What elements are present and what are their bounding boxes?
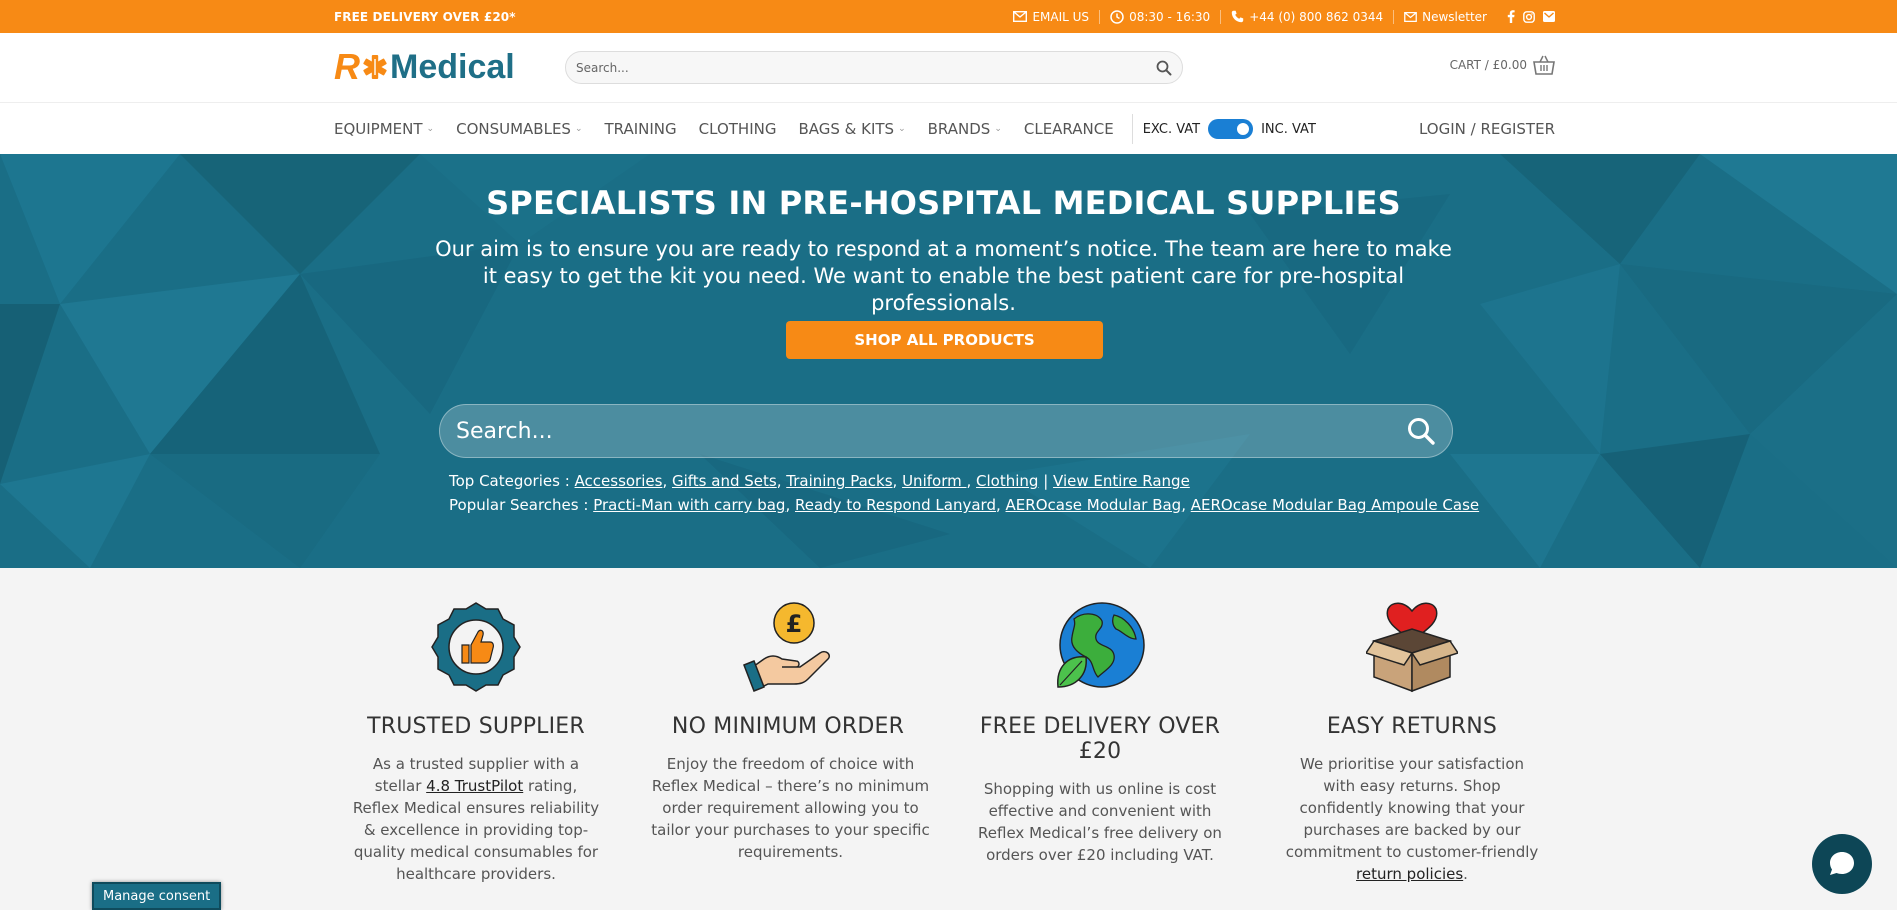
hero-title: SPECIALISTS IN PRE-HOSPITAL MEDICAL SUPP… xyxy=(486,184,1401,222)
email-us-link[interactable]: EMAIL US xyxy=(1003,10,1099,24)
reflex-medical-logo[interactable]: R Medical xyxy=(334,47,515,87)
feature-title: TRUSTED SUPPLIER xyxy=(367,714,585,739)
site-header: R Medical CART / £0.00 xyxy=(0,33,1897,102)
feature-text: Shopping with us online is cost effectiv… xyxy=(978,780,1222,864)
envelope-icon xyxy=(1013,11,1028,22)
search-icon[interactable] xyxy=(1406,416,1436,446)
toggle-knob xyxy=(1237,123,1250,135)
category-link-clothing[interactable]: Clothing xyxy=(976,472,1038,490)
nav-divider xyxy=(1131,114,1133,144)
feature-text: We prioritise your satisfaction with eas… xyxy=(1285,755,1539,883)
newsletter-link[interactable]: Newsletter xyxy=(1394,10,1497,24)
chevron-down-icon: ⌄ xyxy=(994,124,1002,134)
shop-all-products-button[interactable]: SHOP ALL PRODUCTS xyxy=(786,321,1103,359)
feature-text: As a trusted supplier with a stellar 4.8… xyxy=(352,755,600,883)
header-search-input[interactable] xyxy=(576,60,1156,75)
chat-bubble-icon xyxy=(1830,852,1854,875)
phone-icon xyxy=(1231,10,1244,23)
thumbs-up-badge-icon xyxy=(431,602,521,692)
globe-leaf-icon xyxy=(1057,602,1145,688)
vat-toggle[interactable] xyxy=(1208,119,1254,139)
hand-coin-icon: £ xyxy=(743,602,831,692)
login-register-link[interactable]: LOGIN / REGISTER xyxy=(1419,120,1555,138)
category-link-gifts-and-sets[interactable]: Gifts and Sets xyxy=(672,472,777,490)
popular-search-link[interactable]: Ready to Respond Lanyard xyxy=(795,496,996,514)
hero-description: Our aim is to ensure you are ready to re… xyxy=(435,237,1452,315)
features-section: TRUSTED SUPPLIER As a trusted supplier w… xyxy=(0,568,1897,910)
hero-banner: SPECIALISTS IN PRE-HOSPITAL MEDICAL SUPP… xyxy=(0,154,1897,568)
popular-search-link[interactable]: AEROcase Modular Bag xyxy=(1006,496,1182,514)
star-of-life-icon xyxy=(363,55,387,79)
category-link-uniform[interactable]: Uniform xyxy=(902,472,966,490)
category-link-accessories[interactable]: Accessories xyxy=(575,472,663,490)
feature-text: Enjoy the freedom of choice with Reflex … xyxy=(651,755,930,861)
chevron-down-icon: ⌄ xyxy=(426,124,435,134)
cart-link[interactable]: CART / £0.00 xyxy=(1450,55,1555,75)
mail-icon[interactable] xyxy=(1543,11,1555,22)
chat-widget-button[interactable] xyxy=(1812,834,1872,894)
opening-hours: 08:30 - 16:30 xyxy=(1100,10,1220,24)
view-entire-range-link[interactable]: View Entire Range xyxy=(1053,472,1190,490)
svg-text:£: £ xyxy=(786,610,803,638)
chevron-down-icon: ⌄ xyxy=(898,124,906,134)
basket-icon xyxy=(1533,55,1555,75)
popular-search-link[interactable]: Practi-Man with carry bag xyxy=(593,496,785,514)
feature-no-minimum-order: £ NO MINIMUM ORDER Enjoy the freedom of … xyxy=(648,568,930,863)
box-heart-icon xyxy=(1364,602,1460,693)
feature-easy-returns: EASY RETURNS We prioritise your satisfac… xyxy=(1272,568,1552,885)
facebook-icon[interactable] xyxy=(1507,10,1515,23)
feature-title: EASY RETURNS xyxy=(1326,714,1498,739)
nav-item-consumables[interactable]: CONSUMABLES ⌄ xyxy=(456,120,582,138)
return-policies-link[interactable]: return policies xyxy=(1356,865,1463,883)
nav-item-equipment[interactable]: EQUIPMENT ⌄ xyxy=(334,120,434,138)
search-icon[interactable] xyxy=(1156,60,1172,76)
hero-search-input[interactable] xyxy=(456,418,1406,444)
popular-searches: Popular Searches : Practi-Man with carry… xyxy=(449,496,1480,514)
main-navigation: EQUIPMENT ⌄ CONSUMABLES ⌄ TRAINING CLOTHIN… xyxy=(0,102,1897,154)
feature-title: FREE DELIVERY OVER £20 xyxy=(979,714,1221,764)
envelope-icon xyxy=(1404,11,1417,22)
top-categories: Top Categories : Accessories, Gifts and … xyxy=(449,472,1190,490)
nav-item-training[interactable]: TRAINING xyxy=(605,120,677,138)
popular-search-link[interactable]: AEROcase Modular Bag Ampoule Case xyxy=(1191,496,1479,514)
top-bar: FREE DELIVERY OVER £20* EMAIL US 08:30 -… xyxy=(0,0,1897,33)
clock-icon xyxy=(1110,9,1124,24)
nav-item-clearance[interactable]: CLEARANCE xyxy=(1024,120,1114,138)
hero-search-bar xyxy=(439,404,1453,458)
instagram-icon[interactable] xyxy=(1523,10,1535,23)
header-search-bar xyxy=(565,51,1183,84)
feature-free-delivery: FREE DELIVERY OVER £20 Shopping with us … xyxy=(960,568,1240,866)
phone-link[interactable]: +44 (0) 800 862 0344 xyxy=(1221,10,1393,24)
nav-item-clothing[interactable]: CLOTHING xyxy=(699,120,777,138)
category-link-training-packs[interactable]: Training Packs xyxy=(786,472,892,490)
chevron-down-icon: ⌄ xyxy=(574,124,583,134)
nav-item-brands[interactable]: BRANDS ⌄ xyxy=(928,120,1002,138)
nav-item-bags-kits[interactable]: BAGS & KITS ⌄ xyxy=(798,120,905,138)
vat-toggle-group: EXC. VAT INC. VAT xyxy=(1143,119,1316,139)
free-delivery-promo: FREE DELIVERY OVER £20* xyxy=(334,9,516,24)
inc-vat-label: INC. VAT xyxy=(1261,121,1316,137)
exc-vat-label: EXC. VAT xyxy=(1142,121,1201,137)
feature-title: NO MINIMUM ORDER xyxy=(671,714,905,739)
manage-consent-button[interactable]: Manage consent xyxy=(92,882,222,910)
feature-trusted-supplier: TRUSTED SUPPLIER As a trusted supplier w… xyxy=(336,568,616,885)
trustpilot-link[interactable]: 4.8 TrustPilot xyxy=(426,777,523,795)
